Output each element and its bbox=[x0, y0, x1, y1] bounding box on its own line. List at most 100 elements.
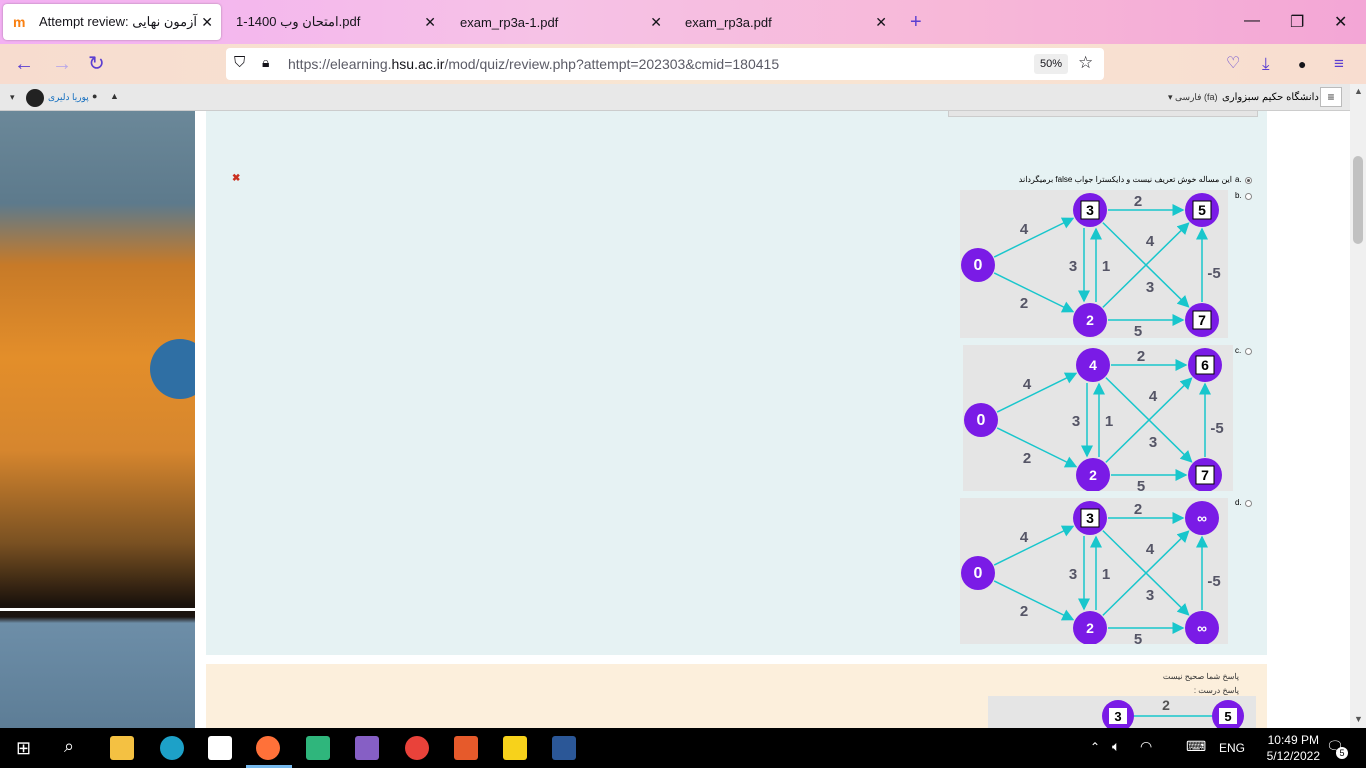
messages-icon[interactable]: ● bbox=[92, 91, 97, 101]
edge-icon[interactable] bbox=[160, 736, 184, 760]
close-tab-icon[interactable]: ✕ bbox=[650, 14, 662, 30]
zoom-level[interactable]: 50% bbox=[1034, 54, 1068, 74]
forward-icon[interactable]: → bbox=[52, 54, 72, 74]
bookmark-star-icon[interactable]: ☆ bbox=[1078, 53, 1093, 73]
tab-exam-rp3a-1[interactable]: exam_rp3a-1.pdf ✕ bbox=[448, 4, 670, 40]
pocket-icon[interactable]: ♡ bbox=[1226, 54, 1240, 74]
option-c-graph: 4 2 2 5 3 1 4 3 -5 0 4 2 6 7 bbox=[963, 345, 1233, 491]
background-photo bbox=[0, 111, 195, 728]
download-icon[interactable]: ⤓ bbox=[1262, 54, 1270, 74]
edge-weight-label: 3 bbox=[1146, 279, 1154, 296]
notifications-icon[interactable]: ▲ bbox=[110, 91, 119, 101]
reload-icon[interactable]: ↻ bbox=[88, 54, 105, 74]
wifi-icon[interactable]: ◠ bbox=[1140, 738, 1152, 755]
edge-weight-label: 4 bbox=[1146, 541, 1155, 558]
photo-divider bbox=[0, 608, 195, 611]
site-name[interactable]: دانشگاه حکیم سبزواری bbox=[1222, 92, 1319, 103]
minimize-icon[interactable]: — bbox=[1244, 12, 1260, 30]
language-menu[interactable]: ▾ فارسی (fa) bbox=[1168, 92, 1217, 103]
option-b-radio[interactable] bbox=[1245, 193, 1252, 200]
option-d-label: d. bbox=[1235, 498, 1242, 507]
nav-bar: ← → ↻ ⛉ 🔒︎ https://elearning.hsu.ac.ir/m… bbox=[0, 44, 1366, 84]
search-icon[interactable]: ⌕ bbox=[64, 736, 74, 757]
word-icon[interactable] bbox=[552, 736, 576, 760]
edge-weight-label: 5 bbox=[1137, 478, 1145, 491]
correct-answer-graph-svg: 3 5 2 bbox=[1102, 697, 1244, 728]
tab-attempt-review[interactable]: m Attempt review: آزمون نهایی ✕ bbox=[3, 4, 221, 40]
edge-weight-label: -5 bbox=[1210, 420, 1223, 437]
node-label: 3 bbox=[1086, 510, 1094, 526]
close-tab-icon[interactable]: ✕ bbox=[201, 14, 213, 30]
edge-weight-label: 4 bbox=[1020, 529, 1029, 546]
shield-icon[interactable]: ⛉ bbox=[234, 54, 245, 71]
edge-weight-label: 2 bbox=[1134, 501, 1142, 518]
node-label: 4 bbox=[1089, 357, 1097, 373]
edge-weight-label: 2 bbox=[1020, 603, 1028, 620]
file-explorer-icon[interactable] bbox=[110, 736, 134, 760]
back-icon[interactable]: ← bbox=[14, 54, 34, 74]
tab-exam-rp3a[interactable]: exam_rp3a.pdf ✕ bbox=[673, 4, 895, 40]
show-hidden-icons[interactable]: ⌃ bbox=[1090, 740, 1100, 754]
nav-drawer-icon[interactable]: ≡ bbox=[1320, 87, 1342, 107]
edge-weight-label: -5 bbox=[1207, 573, 1220, 590]
volume-icon[interactable]: 🔈︎ bbox=[1112, 738, 1120, 755]
scroll-up-icon[interactable]: ▲ bbox=[1354, 86, 1363, 96]
node-label: ∞ bbox=[1197, 510, 1207, 526]
edge-weight-label: 3 bbox=[1069, 566, 1077, 583]
tab-title: Attempt review: آزمون نهایی bbox=[39, 14, 197, 29]
firefox-icon[interactable] bbox=[256, 736, 280, 760]
scroll-down-icon[interactable]: ▼ bbox=[1354, 714, 1363, 724]
clock[interactable]: 10:49 PM 5/12/2022 bbox=[1267, 732, 1320, 764]
edge-weight-label: 3 bbox=[1146, 587, 1154, 604]
edge-weight-label: 4 bbox=[1023, 376, 1032, 393]
url-bar[interactable]: ⛉ 🔒︎ https://elearning.hsu.ac.ir/mod/qui… bbox=[226, 48, 1104, 80]
snipping-tool-icon[interactable] bbox=[306, 736, 330, 760]
option-c-radio[interactable] bbox=[1245, 348, 1252, 355]
preview-edge-label: 2 bbox=[1162, 697, 1170, 713]
scroll-thumb[interactable] bbox=[1353, 156, 1363, 244]
extension-icon[interactable]: ● bbox=[1298, 54, 1306, 74]
url-text[interactable]: https://elearning.hsu.ac.ir/mod/quiz/rev… bbox=[288, 56, 779, 72]
store-icon[interactable] bbox=[208, 736, 232, 760]
node-label: 7 bbox=[1198, 312, 1206, 328]
user-name[interactable]: پوریا دلیری bbox=[48, 92, 89, 103]
edge-weight-label: 5 bbox=[1134, 323, 1142, 338]
node-label: 6 bbox=[1201, 357, 1209, 373]
option-c-label: c. bbox=[1235, 346, 1242, 355]
lock-icon[interactable]: 🔒︎ bbox=[262, 54, 269, 71]
close-window-icon[interactable]: ✕ bbox=[1334, 12, 1347, 32]
keyboard-icon[interactable]: ⌨ bbox=[1186, 738, 1206, 755]
option-a-radio[interactable] bbox=[1245, 177, 1252, 184]
office-icon[interactable] bbox=[454, 736, 478, 760]
tab-web-exam-pdf[interactable]: امتحان وب 1400-1.pdf ✕ bbox=[224, 4, 444, 40]
visual-studio-icon[interactable] bbox=[355, 736, 379, 760]
graph-edge bbox=[996, 372, 1078, 413]
edge-weight-label: 2 bbox=[1020, 295, 1028, 312]
graph-edge bbox=[993, 217, 1075, 258]
incorrect-icon: ✖ bbox=[232, 173, 241, 184]
edge-weight-label: 3 bbox=[1069, 258, 1077, 275]
node-label: 2 bbox=[1086, 620, 1094, 636]
user-menu-caret-icon[interactable]: ▾ bbox=[10, 92, 15, 103]
windows-start-icon[interactable]: ⊞ bbox=[16, 738, 31, 759]
moodle-favicon-icon: m bbox=[13, 14, 26, 30]
edge-weight-label: 3 bbox=[1149, 434, 1157, 451]
option-d-radio[interactable] bbox=[1245, 500, 1252, 507]
close-tab-icon[interactable]: ✕ bbox=[875, 14, 887, 30]
page-content: ✖ a. این مساله خوش تعریف نیست و دایکسترا… bbox=[195, 111, 1350, 728]
language-indicator[interactable]: ENG bbox=[1219, 741, 1245, 755]
photo-detail bbox=[150, 339, 195, 399]
avatar[interactable] bbox=[26, 89, 44, 107]
edge-weight-label: 4 bbox=[1020, 221, 1029, 238]
restore-icon[interactable]: ❐ bbox=[1290, 12, 1304, 32]
new-tab-icon[interactable]: + bbox=[910, 12, 922, 32]
menu-icon[interactable]: ≡ bbox=[1334, 54, 1344, 74]
chrome-icon[interactable] bbox=[405, 736, 429, 760]
tab-title: exam_rp3a.pdf bbox=[685, 14, 772, 30]
graph-edge bbox=[993, 525, 1075, 566]
close-tab-icon[interactable]: ✕ bbox=[424, 14, 436, 30]
page-scrollbar[interactable]: ▲ ▼ bbox=[1350, 84, 1366, 728]
graph-edge bbox=[993, 580, 1075, 621]
kmplayer-icon[interactable] bbox=[503, 736, 527, 760]
clock-date: 5/12/2022 bbox=[1266, 749, 1320, 763]
